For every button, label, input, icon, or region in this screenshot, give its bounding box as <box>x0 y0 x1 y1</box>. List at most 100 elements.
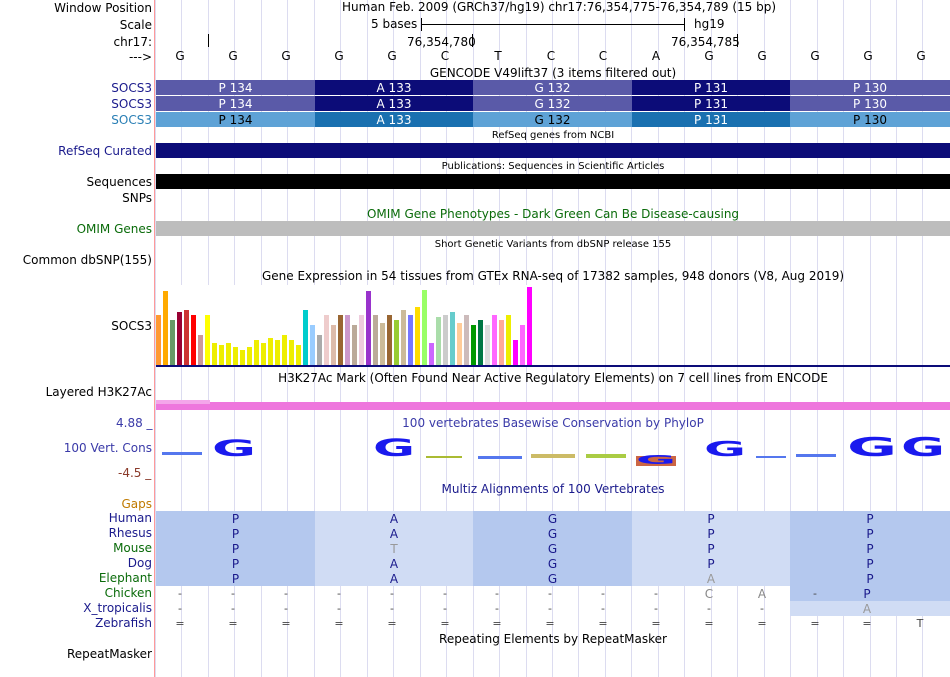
gtex-tissue-bar[interactable] <box>464 315 469 365</box>
gtex-tissue-bar[interactable] <box>282 335 287 365</box>
gtex-tissue-bar[interactable] <box>513 340 518 365</box>
gtex-tissue-bar[interactable] <box>380 323 385 365</box>
gtex-tissue-bar[interactable] <box>527 287 532 365</box>
conservation-title: 100 vertebrates Basewise Conservation by… <box>402 416 704 430</box>
multiz-base-mark: = <box>281 617 291 630</box>
gtex-tissue-bar[interactable] <box>457 323 462 365</box>
gaps-label[interactable]: Gaps <box>121 497 152 511</box>
gtex-tissue-bar[interactable] <box>338 315 343 365</box>
conservation-label[interactable]: 100 Vert. Cons <box>64 441 152 455</box>
publications-feature[interactable] <box>156 174 950 189</box>
gtex-tissue-bar[interactable] <box>415 307 420 365</box>
gtex-tissue-bar[interactable] <box>450 312 455 365</box>
base-letter: G <box>704 49 714 63</box>
gtex-tissue-bar[interactable] <box>233 347 238 365</box>
multiz-aa-label: A <box>389 527 399 541</box>
multiz-aa-label: T <box>390 542 398 556</box>
multiz-species-label[interactable]: Elephant <box>99 571 152 585</box>
gtex-tissue-bar[interactable] <box>170 320 175 365</box>
gtex-tissue-bar[interactable] <box>436 317 441 365</box>
gtex-tissue-bar[interactable] <box>219 345 224 365</box>
multiz-base-mark: - <box>231 602 235 615</box>
gtex-tissue-bar[interactable] <box>443 315 448 365</box>
repeatmasker-label[interactable]: RepeatMasker <box>67 647 152 661</box>
gtex-tissue-bar[interactable] <box>240 350 245 365</box>
base-letter: G <box>810 49 820 63</box>
gtex-tissue-bar[interactable] <box>317 335 322 365</box>
gtex-tissue-bar[interactable] <box>408 315 413 365</box>
multiz-species-label[interactable]: Dog <box>128 556 152 570</box>
gtex-tissue-bar[interactable] <box>198 335 203 365</box>
scale-bar <box>421 24 685 25</box>
gtex-tissue-bar[interactable] <box>478 320 483 365</box>
gtex-tissue-bar[interactable] <box>275 340 280 365</box>
gtex-tissue-bar[interactable] <box>471 325 476 365</box>
gtex-tissue-bar[interactable] <box>163 291 168 365</box>
gtex-tissue-bar[interactable] <box>499 320 504 365</box>
gtex-tissue-bar[interactable] <box>268 338 273 365</box>
gtex-tissue-bar[interactable] <box>506 315 511 365</box>
gtex-tissue-bar[interactable] <box>184 310 189 365</box>
multiz-species-label[interactable]: Rhesus <box>109 526 152 540</box>
gtex-tissue-bar[interactable] <box>226 343 231 365</box>
gtex-tissue-bar[interactable] <box>366 291 371 365</box>
refseq-label[interactable]: RefSeq Curated <box>58 144 152 158</box>
gtex-tissue-bar[interactable] <box>191 315 196 365</box>
multiz-base-mark: = <box>757 617 767 630</box>
gtex-tissue-bar[interactable] <box>387 315 392 365</box>
gtex-tissue-bar[interactable] <box>422 290 427 365</box>
h3k27ac-label[interactable]: Layered H3K27Ac <box>46 385 152 399</box>
gtex-tissue-bar[interactable] <box>261 343 266 365</box>
multiz-species-label[interactable]: X_tropicalis <box>83 601 152 615</box>
multiz-base-mark: = <box>862 617 872 630</box>
gtex-tissue-bar[interactable] <box>492 315 497 365</box>
base-letter: C <box>598 49 608 63</box>
gtex-tissue-bar[interactable] <box>254 340 259 365</box>
cons-mark <box>478 456 522 459</box>
gencode-row-label[interactable]: SOCS3 <box>111 97 152 111</box>
gencode-row-label[interactable]: SOCS3 <box>111 113 152 127</box>
gtex-tissue-bar[interactable] <box>303 310 308 365</box>
gtex-tissue-bar[interactable] <box>394 320 399 365</box>
multiz-species-label[interactable]: Human <box>109 511 152 525</box>
gtex-tissue-bar[interactable] <box>156 315 161 365</box>
gtex-tissue-bar[interactable] <box>345 315 350 365</box>
gtex-tissue-bar[interactable] <box>429 343 434 365</box>
multiz-base-mark: - <box>495 587 499 600</box>
genome-browser-image[interactable]: Window Position Human Feb. 2009 (GRCh37/… <box>0 0 950 677</box>
gtex-tissue-bar[interactable] <box>352 325 357 365</box>
gtex-tissue-bar[interactable] <box>177 312 182 365</box>
multiz-aa-label: P <box>866 557 874 571</box>
omim-label[interactable]: OMIM Genes <box>77 222 152 236</box>
h3k27ac-signal[interactable] <box>156 402 950 410</box>
dbsnp-label[interactable]: Common dbSNP(155) <box>23 253 152 267</box>
gencode-row-label[interactable]: SOCS3 <box>111 81 152 95</box>
multiz-aa-label: G <box>547 557 558 571</box>
gtex-tissue-bar[interactable] <box>212 343 217 365</box>
publications-label[interactable]: Sequences <box>87 175 152 189</box>
multiz-base-mark: - <box>548 602 552 615</box>
multiz-base-mark: - <box>813 587 817 600</box>
snps-label[interactable]: SNPs <box>122 191 152 205</box>
conservation-logo[interactable]: G G G G G G <box>156 430 950 470</box>
gtex-tissue-bar[interactable] <box>485 325 490 365</box>
gtex-tissue-bar[interactable] <box>289 340 294 365</box>
gencode-codon-label: P 134 <box>218 97 253 111</box>
multiz-species-label[interactable]: Zebrafish <box>95 616 152 630</box>
gtex-tissue-bar[interactable] <box>359 315 364 365</box>
multiz-base-mark: T <box>916 617 924 630</box>
gtex-tissue-bar[interactable] <box>401 310 406 365</box>
gtex-tissue-bar[interactable] <box>310 325 315 365</box>
refseq-feature[interactable] <box>156 143 950 158</box>
gtex-tissue-bar[interactable] <box>373 315 378 365</box>
multiz-species-label[interactable]: Chicken <box>105 586 152 600</box>
omim-feature[interactable] <box>156 221 950 236</box>
gtex-tissue-bar[interactable] <box>247 347 252 365</box>
gtex-tissue-bar[interactable] <box>331 325 336 365</box>
gtex-tissue-bar[interactable] <box>520 325 525 365</box>
gtex-label[interactable]: SOCS3 <box>111 319 152 333</box>
multiz-species-label[interactable]: Mouse <box>113 541 152 555</box>
gtex-tissue-bar[interactable] <box>205 315 210 365</box>
gtex-tissue-bar[interactable] <box>324 315 329 365</box>
gtex-tissue-bar[interactable] <box>296 345 301 365</box>
